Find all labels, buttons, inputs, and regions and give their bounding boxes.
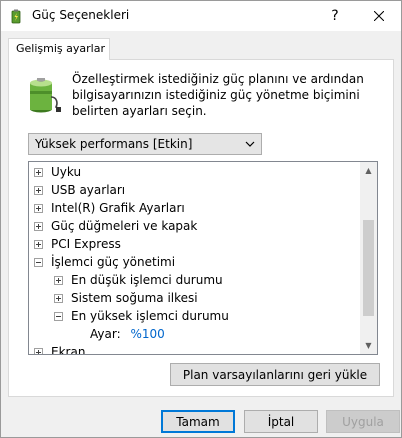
tree-item-label: İşlemci güç yönetimi	[51, 255, 176, 269]
settings-tree[interactable]: Uyku USB ayarları Intel(R) Grafik Ayarla…	[28, 161, 378, 355]
power-options-icon	[11, 9, 21, 24]
help-button[interactable]: ?	[313, 1, 357, 31]
expand-plus-icon[interactable]	[54, 276, 63, 285]
close-button[interactable]	[357, 1, 401, 31]
title-bar[interactable]: Güç Seçenekleri ?	[1, 1, 401, 31]
cancel-button[interactable]: İptal	[244, 410, 318, 433]
tree-item-label: USB ayarları	[51, 183, 126, 197]
tree-item-label: Ekran	[51, 345, 86, 355]
scroll-down-icon[interactable]: ▼	[360, 337, 377, 354]
tree-scrollbar[interactable]: ▲ ▼	[360, 162, 377, 354]
expand-plus-icon[interactable]	[34, 240, 43, 249]
tab-advanced-settings[interactable]: Gelişmiş ayarlar	[8, 38, 110, 60]
window-title: Güç Seçenekleri	[32, 8, 130, 22]
setting-value-link[interactable]: %100	[130, 327, 164, 341]
apply-button[interactable]: Uygula	[326, 410, 400, 433]
expand-plus-icon[interactable]	[54, 294, 63, 303]
collapse-minus-icon[interactable]	[34, 258, 43, 267]
collapse-minus-icon[interactable]	[54, 312, 63, 321]
battery-plan-icon	[30, 78, 61, 113]
description-text: Özelleştirmek istediğiniz güç planını ve…	[72, 72, 364, 118]
scroll-up-icon[interactable]: ▲	[360, 162, 377, 179]
power-options-window: Güç Seçenekleri ? Gelişmiş ayarlar Özell…	[0, 0, 402, 438]
help-icon: ?	[331, 8, 339, 24]
tree-item-label: En düşük işlemci durumu	[71, 273, 223, 287]
plan-select-value: Yüksek performans [Etkin]	[35, 137, 193, 151]
tree-item-label: En yüksek işlemci durumu	[71, 309, 229, 323]
ok-button[interactable]: Tamam	[161, 410, 235, 433]
tree-item-setting[interactable]: Ayar: %100	[90, 325, 165, 343]
tree-item-label: Intel(R) Grafik Ayarları	[51, 201, 185, 215]
expand-plus-icon[interactable]	[34, 222, 43, 231]
expand-plus-icon[interactable]	[34, 168, 43, 177]
expand-plus-icon[interactable]	[34, 204, 43, 213]
tree-item-label: Güç düğmeleri ve kapak	[51, 219, 198, 233]
restore-defaults-button[interactable]: Plan varsayılanlarını geri yükle	[170, 363, 380, 386]
setting-label: Ayar:	[90, 327, 121, 341]
close-icon	[374, 11, 384, 21]
tree-item-label: Sistem soğuma ilkesi	[71, 291, 198, 305]
chevron-down-icon	[245, 141, 255, 147]
expand-plus-icon[interactable]	[34, 348, 43, 354]
power-plan-select[interactable]: Yüksek performans [Etkin]	[28, 133, 262, 155]
tree-item-label: Uyku	[51, 165, 82, 179]
tree-item-label: PCI Express	[51, 237, 121, 251]
expand-plus-icon[interactable]	[34, 186, 43, 195]
scroll-thumb[interactable]	[363, 220, 374, 316]
